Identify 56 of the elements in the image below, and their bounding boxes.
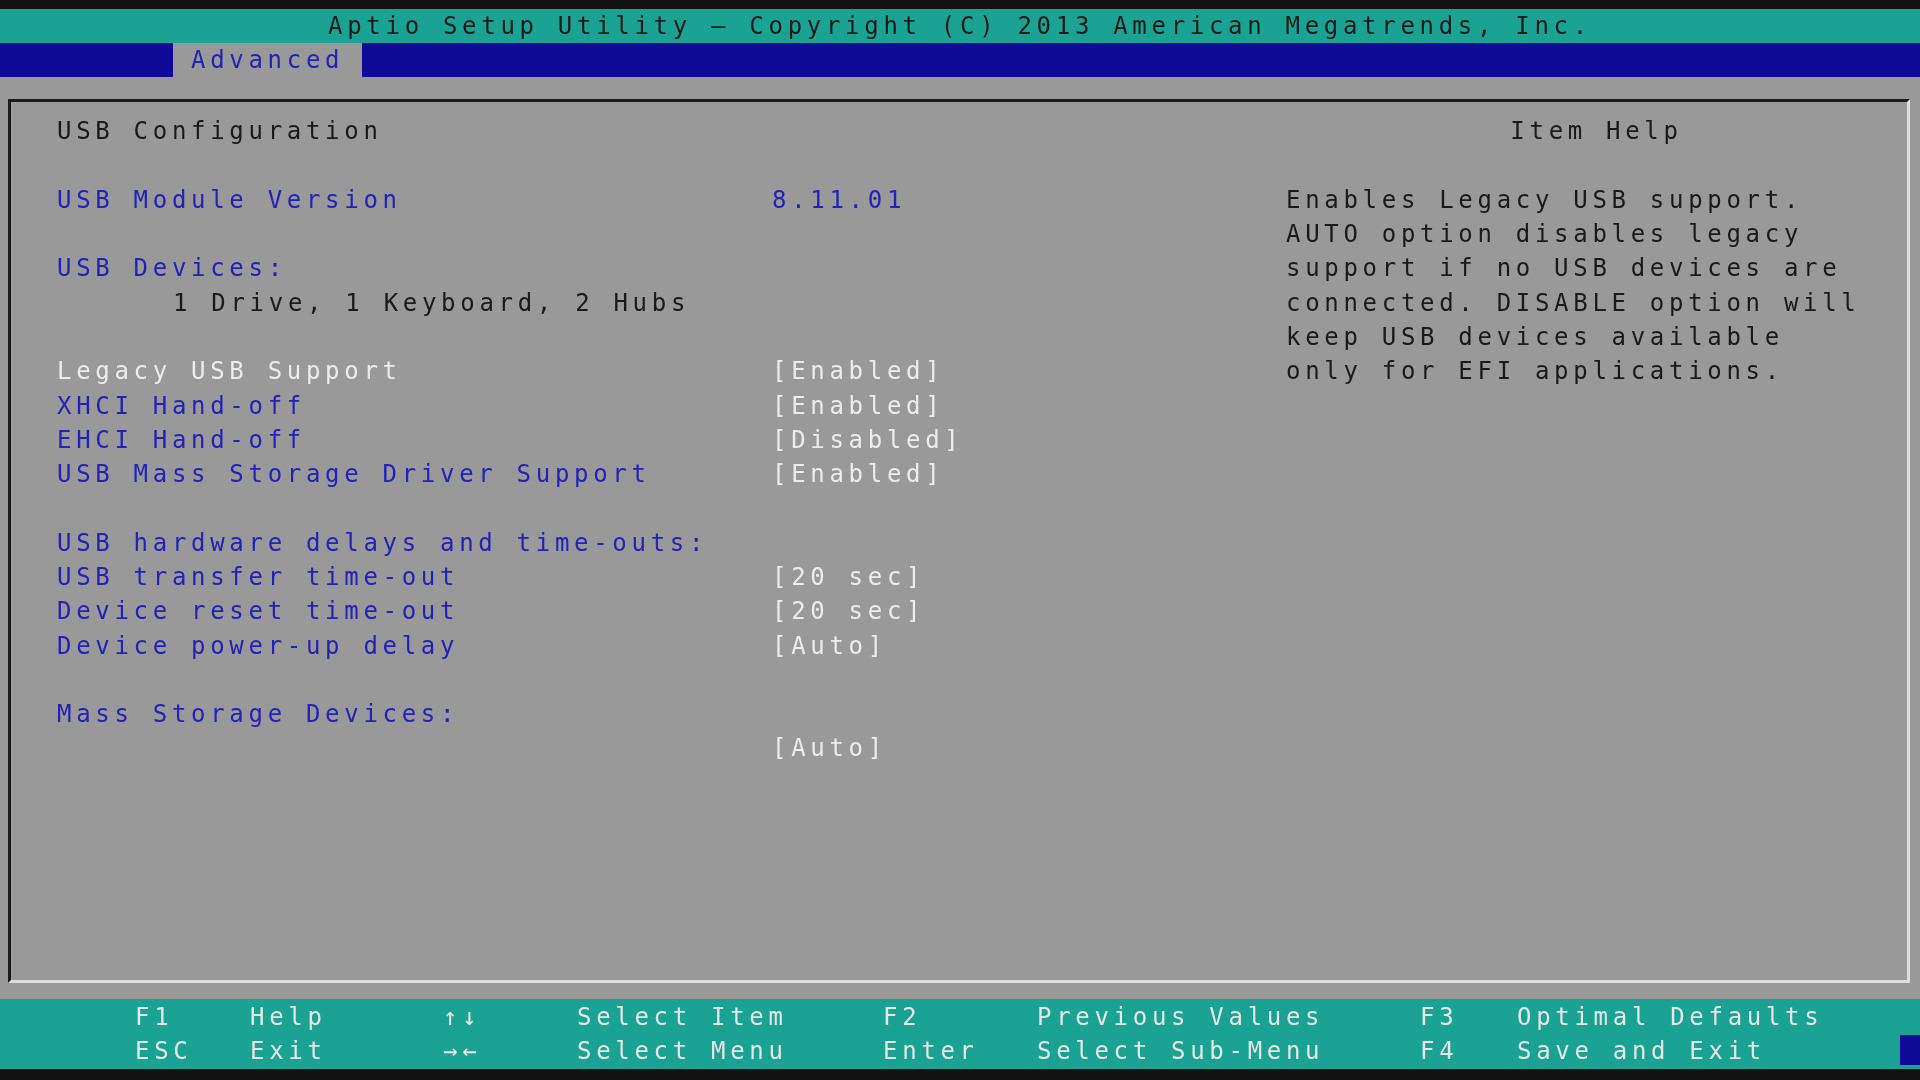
corner-block (1900, 1035, 1920, 1065)
setting-label[interactable]: XHCI Hand-off (57, 391, 306, 420)
key-action: Previous Values (1037, 1002, 1326, 1033)
info-label: USB Module Version (57, 185, 402, 214)
setting-label[interactable]: Device power-up delay (57, 631, 460, 660)
setting-value[interactable]: [Auto] (772, 631, 887, 660)
setting-row[interactable]: Device reset time-out [20 sec] (57, 594, 1245, 629)
setting-row[interactable]: USB transfer time-out [20 sec] (57, 559, 1245, 595)
help-title: Item Help (1510, 117, 1683, 146)
setting-value[interactable]: [20 sec] (772, 563, 926, 591)
key-name: →← (443, 1036, 483, 1067)
help-text: only for EFI applications. (1286, 357, 1784, 386)
setting-row[interactable]: [Auto] (57, 731, 1245, 766)
key-name: F3 (1420, 1002, 1460, 1033)
info-value: 8.11.01 (772, 185, 907, 214)
help-text: AUTO option disables legacy (1286, 220, 1804, 249)
key-action: Help (250, 1002, 328, 1033)
key-action: Select Item (577, 1002, 789, 1033)
key-action: Optimal Defaults (1517, 1002, 1817, 1033)
help-text: support if no USB devices are (1286, 254, 1842, 283)
setting-row[interactable]: Legacy USB Support [Enabled] (57, 354, 1245, 389)
setting-row[interactable]: USB Mass Storage Driver Support [Enabled] (57, 456, 1245, 492)
key-action: Save and Exit (1517, 1036, 1767, 1067)
key-name: F1 (135, 1002, 175, 1033)
setting-value[interactable]: [Auto] (772, 734, 887, 763)
setting-value[interactable]: [Enabled] (772, 391, 945, 420)
setting-label[interactable]: EHCI Hand-off (57, 425, 306, 454)
key-name: F2 (883, 1002, 923, 1033)
setting-label[interactable]: USB transfer time-out (57, 563, 460, 591)
setting-row[interactable]: Device power-up delay [Auto] (57, 628, 1245, 663)
window-title: Aptio Setup Utility – Copyright (C) 2013 American Megatrends, Inc. (328, 12, 1592, 40)
key-name: Enter (883, 1036, 980, 1067)
key-action: Select Menu (577, 1036, 789, 1067)
setting-label[interactable]: Device reset time-out (57, 597, 460, 626)
key-action: Exit (250, 1036, 328, 1067)
key-name: ESC (135, 1036, 194, 1067)
setting-label[interactable]: USB Mass Storage Driver Support (57, 460, 651, 489)
key-name: F4 (1420, 1036, 1460, 1067)
info-label: USB hardware delays and time-outs: (57, 528, 709, 557)
info-label: 1 Drive, 1 Keyboard, 2 Hubs (173, 288, 691, 317)
setting-value[interactable]: [Disabled] (772, 425, 964, 454)
info-label: Mass Storage Devices: (57, 700, 460, 729)
key-name: ↑↓ (443, 1002, 483, 1033)
menu-tab[interactable]: Advanced (173, 43, 363, 77)
setting-row[interactable]: EHCI Hand-off [Disabled] (57, 422, 1245, 457)
setting-value[interactable]: [Enabled] (772, 460, 945, 489)
help-text: connected. DISABLE option will (1286, 288, 1861, 317)
help-text: Enables Legacy USB support. (1286, 185, 1804, 214)
key-action: Select Sub-Menu (1037, 1036, 1326, 1067)
help-text: keep USB devices available (1286, 322, 1784, 351)
setting-label[interactable]: Legacy USB Support (57, 357, 402, 386)
panel-title: USB Configuration (57, 117, 383, 146)
setting-row[interactable]: XHCI Hand-off [Enabled] (57, 388, 1245, 423)
setting-value[interactable]: [Enabled] (772, 357, 945, 386)
setting-value[interactable]: [20 sec] (772, 597, 926, 626)
info-label: USB Devices: (57, 254, 287, 283)
